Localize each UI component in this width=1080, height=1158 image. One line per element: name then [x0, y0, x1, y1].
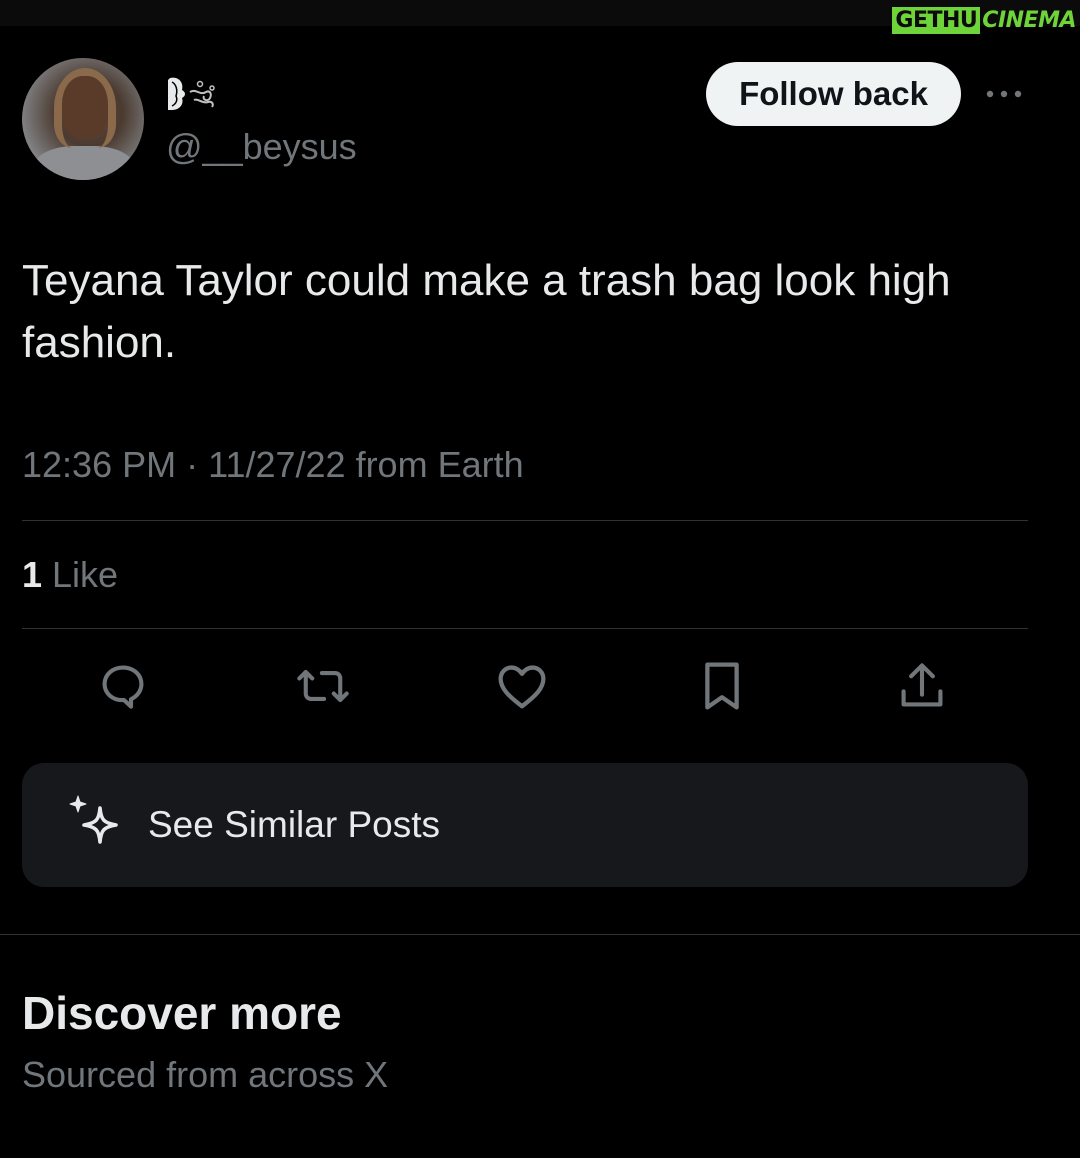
avatar[interactable] — [22, 58, 144, 180]
see-similar-posts-label: See Similar Posts — [148, 804, 440, 845]
discover-more-heading: Discover more — [22, 987, 342, 1039]
follow-back-button[interactable]: Follow back — [706, 62, 961, 126]
watermark-logo: GETHU CINEMA — [892, 4, 1076, 36]
divider — [22, 628, 1028, 629]
likes-stat[interactable]: 1 Like — [22, 554, 118, 596]
discover-more-subtitle: Sourced from across X — [22, 1054, 389, 1095]
repost-icon[interactable] — [295, 658, 351, 714]
post-time[interactable]: 12:36 PM — [22, 444, 176, 486]
post-meta: 12:36 PM · 11/27/22 from Earth — [22, 444, 524, 486]
meta-separator: · — [176, 444, 209, 485]
watermark-part1: GETHU — [892, 6, 981, 34]
share-icon[interactable] — [894, 658, 950, 714]
post-date[interactable]: 11/27/22 — [208, 444, 345, 486]
reply-icon[interactable] — [95, 658, 151, 714]
likes-label: Like — [42, 554, 119, 595]
divider — [22, 520, 1028, 521]
post-source: from Earth — [345, 444, 524, 485]
like-icon[interactable] — [494, 658, 550, 714]
sparkle-icon — [66, 794, 128, 856]
author-handle[interactable]: @__beysus — [166, 126, 357, 168]
watermark-part2: CINEMA — [982, 7, 1076, 33]
display-name-emoji-icon[interactable] — [164, 74, 220, 114]
likes-count: 1 — [22, 554, 43, 595]
bookmark-icon[interactable] — [694, 658, 750, 714]
post-text: Teyana Taylor could make a trash bag loo… — [22, 256, 951, 367]
section-divider — [0, 934, 1080, 935]
more-dots-icon[interactable] — [982, 76, 1026, 112]
see-similar-posts-button[interactable]: See Similar Posts — [22, 763, 1028, 887]
